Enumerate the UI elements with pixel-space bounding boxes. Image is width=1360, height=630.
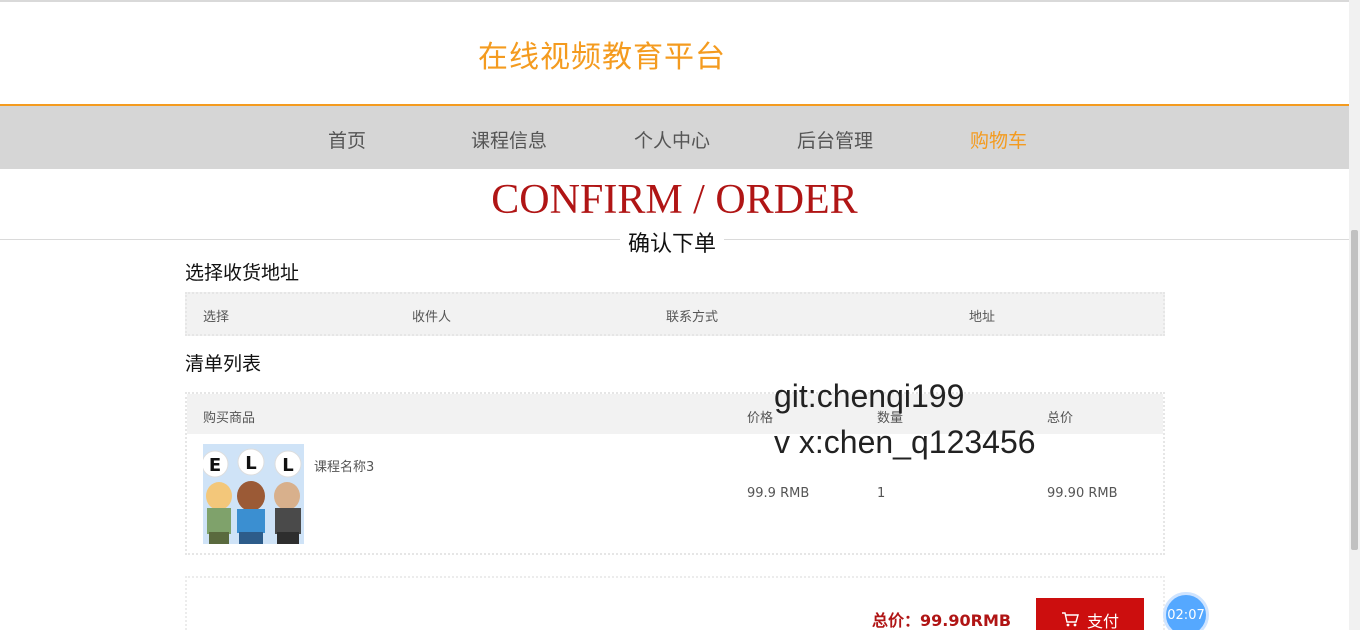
watermark-line-2: v x:chen_q123456 (774, 424, 1036, 460)
product-name: 课程名称3 (314, 460, 375, 475)
product-thumbnail[interactable]: E L L (203, 444, 304, 544)
timer-badge[interactable]: 02:07 (1163, 592, 1209, 630)
order-summary: 总价：99.90RMB 支付 (185, 576, 1165, 630)
scrollbar-thumb[interactable] (1351, 230, 1358, 550)
order-section-heading: 清单列表 (185, 353, 262, 375)
address-table: 选择 收件人 联系方式 地址 (185, 292, 1165, 336)
order-table: 购买商品 价格 数量 总价 E L L 课程名称3 99.9 RMB 1 99.… (185, 392, 1165, 555)
total-label-text: 总价： (872, 611, 921, 630)
pay-button-label: 支付 (1086, 612, 1119, 630)
total-label: 总价：99.90RMB (872, 607, 1011, 630)
pay-button[interactable]: 支付 (1036, 598, 1144, 630)
column-header-total: 总价 (1047, 411, 1074, 426)
product-quantity: 1 (877, 486, 886, 501)
product-price: 99.9 RMB (747, 486, 810, 501)
product-total: 99.90 RMB (1047, 486, 1118, 501)
total-value: 99.90RMB (920, 611, 1012, 630)
nav-item-courses[interactable]: 课程信息 (471, 126, 547, 153)
nav-item-cart[interactable]: 购物车 (970, 126, 1027, 153)
svg-text:E: E (209, 455, 221, 476)
page-subtitle: 确认下单 (620, 226, 725, 258)
svg-text:L: L (282, 455, 293, 476)
address-section-heading: 选择收货地址 (185, 262, 300, 284)
page-title: CONFIRM / ORDER (491, 177, 858, 223)
nav-item-home[interactable]: 首页 (328, 126, 366, 153)
column-header-price: 价格 (747, 411, 774, 426)
site-title: 在线视频教育平台 (478, 40, 726, 75)
cart-icon (1061, 612, 1079, 627)
page: 在线视频教育平台 首页 课程信息 个人中心 后台管理 购物车 CONFIRM /… (0, 0, 1349, 630)
column-header-contact: 联系方式 (666, 310, 719, 325)
nav-item-admin[interactable]: 后台管理 (797, 126, 873, 153)
nav-item-profile[interactable]: 个人中心 (634, 126, 710, 153)
column-header-recipient: 收件人 (412, 310, 452, 325)
watermark-line-1: git:chenqi199 (774, 378, 965, 414)
vertical-scrollbar[interactable] (1349, 0, 1360, 630)
column-header-select: 选择 (203, 310, 230, 325)
svg-text:L: L (245, 453, 256, 474)
main-nav: 首页 课程信息 个人中心 后台管理 购物车 (0, 104, 1349, 169)
column-header-product: 购买商品 (203, 411, 256, 426)
column-header-address: 地址 (969, 310, 996, 325)
